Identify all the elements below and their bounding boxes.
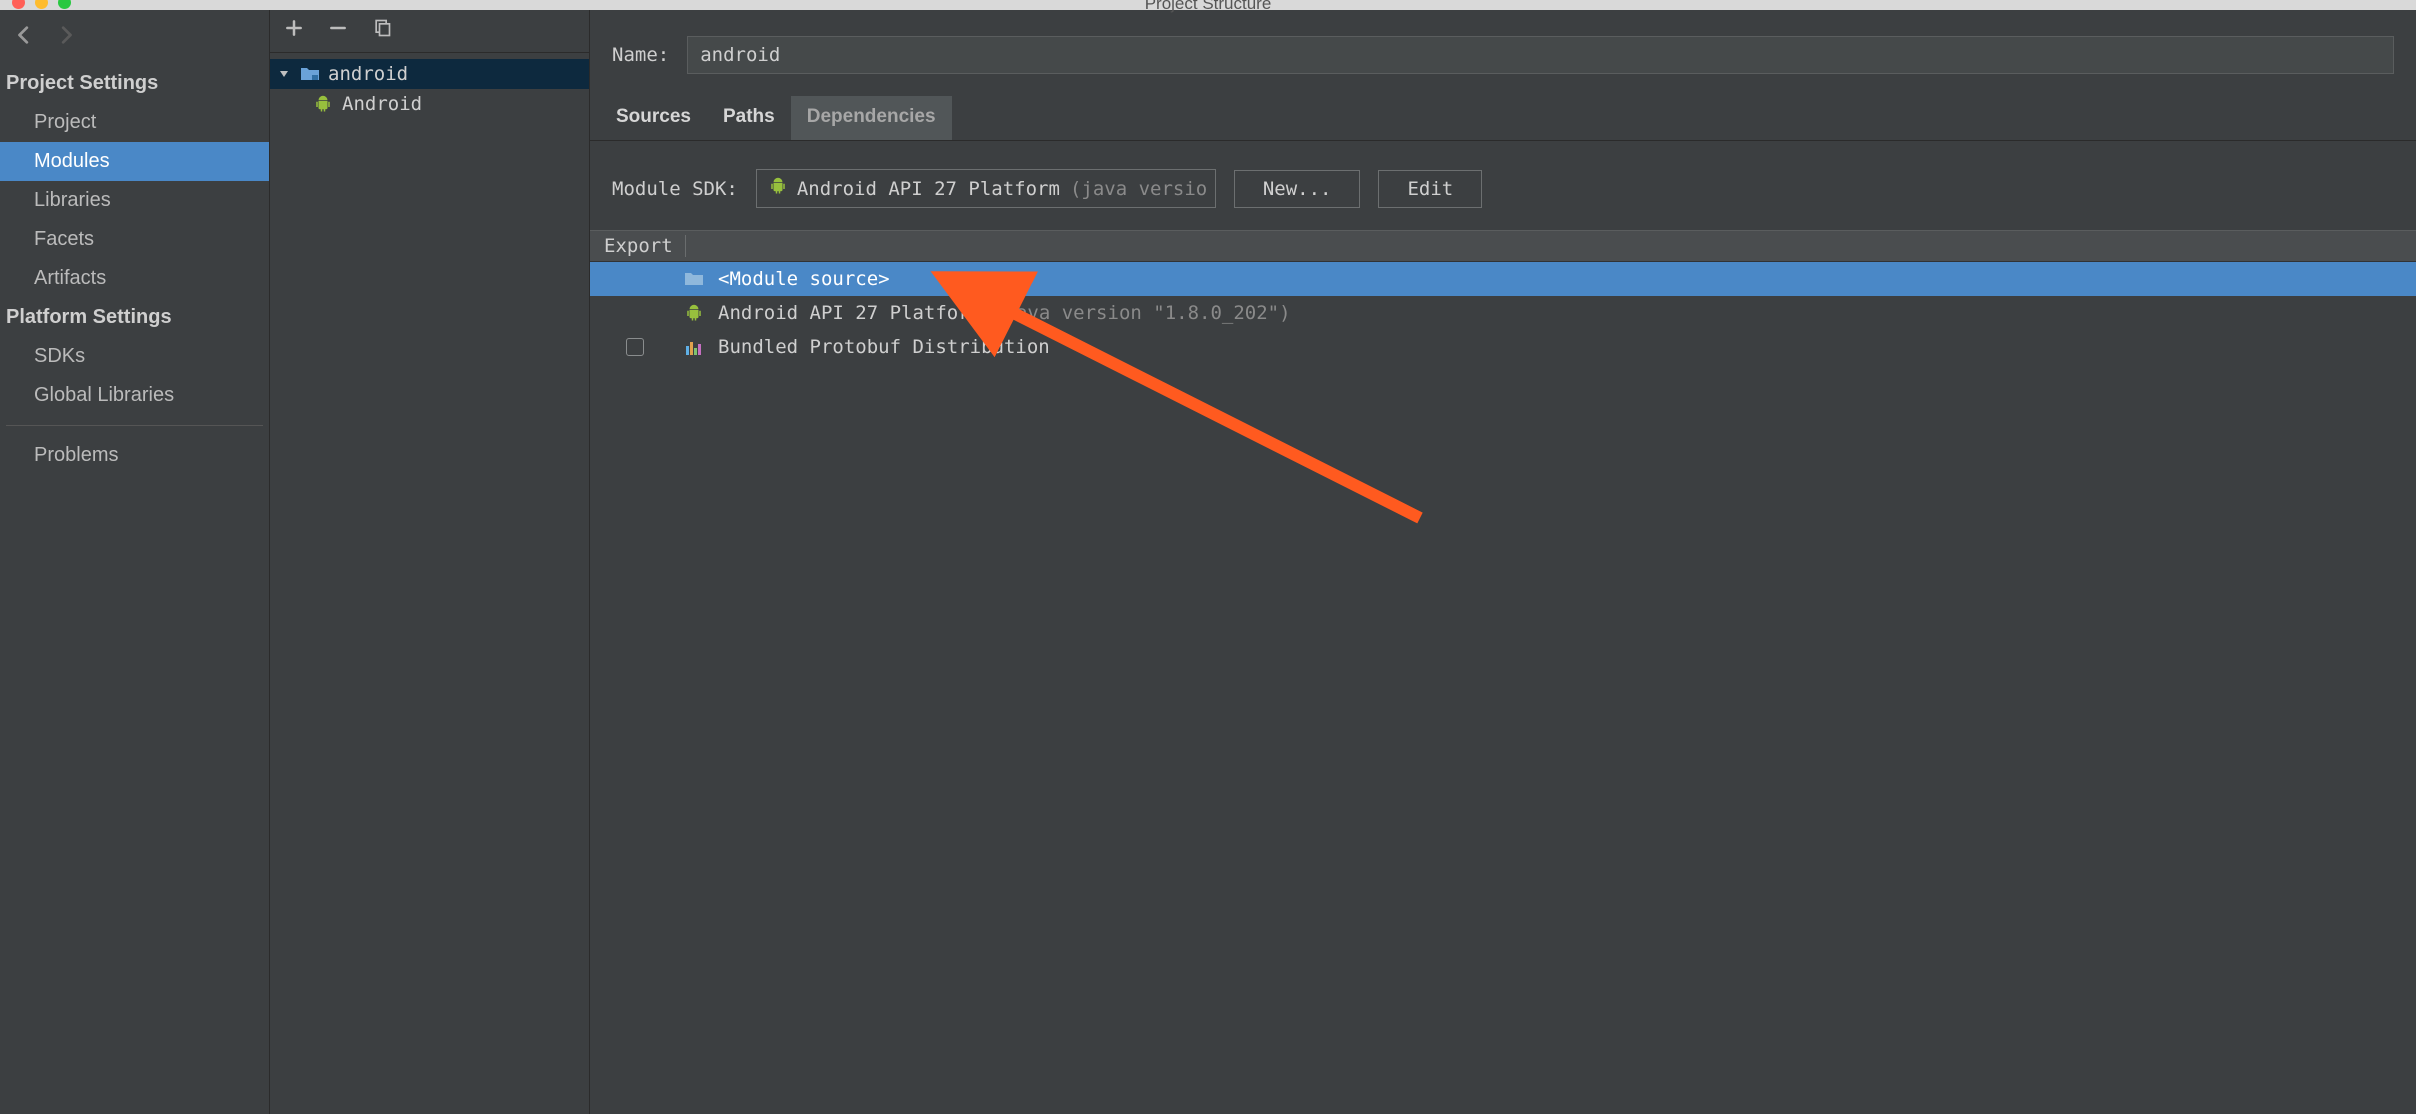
dependency-hint: (java version "1.8.0_202") xyxy=(993,302,1290,324)
export-column-label: Export xyxy=(604,235,673,257)
module-tabs: Sources Paths Dependencies xyxy=(590,96,2416,141)
android-icon xyxy=(314,96,334,112)
module-child-android[interactable]: Android xyxy=(270,89,589,119)
sidebar-item-modules[interactable]: Modules xyxy=(0,142,269,181)
dependency-protobuf[interactable]: Bundled Protobuf Distribution xyxy=(590,330,2416,364)
edit-sdk-button[interactable]: Edit xyxy=(1378,170,1482,208)
dependencies-header: Export xyxy=(590,230,2416,262)
window-title: Project Structure xyxy=(0,0,2416,14)
back-icon[interactable] xyxy=(14,24,36,52)
tab-sources[interactable]: Sources xyxy=(600,96,707,140)
dependency-label: Bundled Protobuf Distribution xyxy=(718,336,1050,358)
module-sdk-label: Module SDK: xyxy=(612,178,738,200)
dependency-label: Android API 27 Platform xyxy=(718,302,981,324)
forward-icon xyxy=(54,24,76,52)
module-folder-icon xyxy=(300,66,320,82)
modules-toolbar xyxy=(270,10,589,53)
sidebar-item-sdks[interactable]: SDKs xyxy=(0,337,269,376)
add-icon[interactable] xyxy=(284,18,304,44)
sidebar-item-global-libraries[interactable]: Global Libraries xyxy=(0,376,269,415)
module-detail: Name: Sources Paths Dependencies Module … xyxy=(590,10,2416,1114)
dependencies-list: <Module source> Android API 27 Platform … xyxy=(590,262,2416,364)
dependency-module-source[interactable]: <Module source> xyxy=(590,262,2416,296)
disclosure-triangle-icon[interactable] xyxy=(278,68,292,80)
source-folder-icon xyxy=(682,271,706,287)
dependency-android-sdk[interactable]: Android API 27 Platform (java version "1… xyxy=(590,296,2416,330)
sidebar-item-libraries[interactable]: Libraries xyxy=(0,181,269,220)
dependency-label: <Module source> xyxy=(718,268,890,290)
export-checkbox[interactable] xyxy=(626,338,644,356)
settings-sidebar: Project Settings Project Modules Librari… xyxy=(0,10,270,1114)
library-bars-icon xyxy=(682,338,706,356)
module-child-label: Android xyxy=(342,93,422,115)
tab-dependencies[interactable]: Dependencies xyxy=(791,96,952,140)
module-sdk-hint: (java versio xyxy=(1070,178,1207,200)
copy-icon[interactable] xyxy=(372,18,392,44)
module-sdk-select[interactable]: Android API 27 Platform (java versio xyxy=(756,169,1216,208)
name-label: Name: xyxy=(612,44,669,66)
sidebar-item-facets[interactable]: Facets xyxy=(0,220,269,259)
module-sdk-value: Android API 27 Platform xyxy=(797,178,1060,200)
titlebar: Project Structure xyxy=(0,0,2416,10)
sidebar-item-project[interactable]: Project xyxy=(0,103,269,142)
sidebar-separator xyxy=(6,425,263,426)
module-root-label: android xyxy=(328,63,408,85)
modules-tree: android Android xyxy=(270,53,589,1114)
sidebar-item-artifacts[interactable]: Artifacts xyxy=(0,259,269,298)
project-settings-heading: Project Settings xyxy=(0,64,269,103)
module-root-android[interactable]: android xyxy=(270,59,589,89)
platform-settings-heading: Platform Settings xyxy=(0,298,269,337)
module-name-input[interactable] xyxy=(687,36,2394,74)
tab-paths[interactable]: Paths xyxy=(707,96,791,140)
new-sdk-button[interactable]: New... xyxy=(1234,170,1361,208)
remove-icon[interactable] xyxy=(328,18,348,44)
sidebar-item-problems[interactable]: Problems xyxy=(0,436,269,475)
modules-panel: android Android xyxy=(270,10,590,1114)
android-icon xyxy=(682,304,706,322)
android-icon xyxy=(769,177,787,200)
